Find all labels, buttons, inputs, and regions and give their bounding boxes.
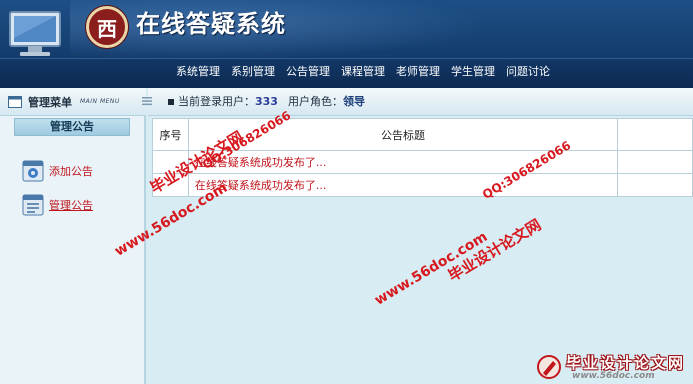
sidebar-section-title: 管理公告 (14, 118, 130, 136)
sidebar-subtitle: MAIN MENU (80, 98, 120, 105)
sidebar: 管理菜单 MAIN MENU 管理公告 添加公告 管理公告 (0, 88, 146, 384)
nav-item-department[interactable]: 系别管理 (231, 64, 275, 80)
app-header: 西 在线答疑系统 系统管理 系别管理 公告管理 课程管理 老师管理 学生管理 问… (0, 0, 693, 88)
sidebar-item-manage-announcement[interactable]: 管理公告 (22, 194, 93, 216)
nav-item-teacher[interactable]: 老师管理 (396, 64, 440, 80)
corner-site-cn: 毕业设计论文网 (566, 354, 686, 372)
user-info: 当前登录用户：333 用户角色：领导 (178, 94, 365, 110)
current-user-value: 333 (255, 95, 278, 108)
menu-toggle-icon[interactable] (142, 96, 152, 106)
cell-extra (617, 173, 693, 197)
sidebar-item-label: 添加公告 (49, 165, 93, 178)
table-row: 在线答疑系统成功发布了... (152, 173, 693, 197)
role-label: 用户角色： (287, 95, 343, 108)
top-nav: 系统管理 系别管理 公告管理 课程管理 老师管理 学生管理 问题讨论 (176, 64, 561, 80)
column-header-no: 序号 (152, 118, 189, 151)
monitor-icon (9, 11, 61, 56)
sidebar-item-add-announcement[interactable]: 添加公告 (22, 160, 93, 182)
logo-text: 西 (97, 16, 117, 41)
cell-extra (617, 150, 693, 174)
cell-title-link[interactable]: 在线答疑系统成功发布了... (187, 173, 619, 197)
user-info-bar: 当前登录用户：333 用户角色：领导 (142, 88, 693, 116)
bullet-icon (168, 99, 174, 105)
corner-site-url: www.56doc.com (572, 371, 655, 381)
sidebar-item-label: 管理公告 (49, 199, 93, 212)
window-icon (8, 95, 22, 108)
nav-item-announcement[interactable]: 公告管理 (286, 64, 330, 80)
document-window-icon (22, 194, 44, 216)
current-user-label: 当前登录用户： (178, 95, 255, 108)
corner-watermark-logo: 毕业设计论文网 www.56doc.com (528, 350, 693, 384)
role-value: 领导 (342, 95, 365, 108)
sidebar-title: 管理菜单 (28, 95, 72, 109)
app-title: 在线答疑系统 (136, 10, 286, 38)
nav-item-discussion[interactable]: 问题讨论 (506, 64, 550, 80)
nav-item-system[interactable]: 系统管理 (176, 64, 220, 80)
sidebar-header: 管理菜单 MAIN MENU (0, 88, 146, 116)
column-header-extra (617, 118, 693, 151)
nav-item-student[interactable]: 学生管理 (451, 64, 495, 80)
gear-window-icon (22, 160, 44, 182)
app-logo: 西 (86, 6, 128, 48)
pen-icon (537, 355, 561, 379)
nav-item-course[interactable]: 课程管理 (341, 64, 385, 80)
